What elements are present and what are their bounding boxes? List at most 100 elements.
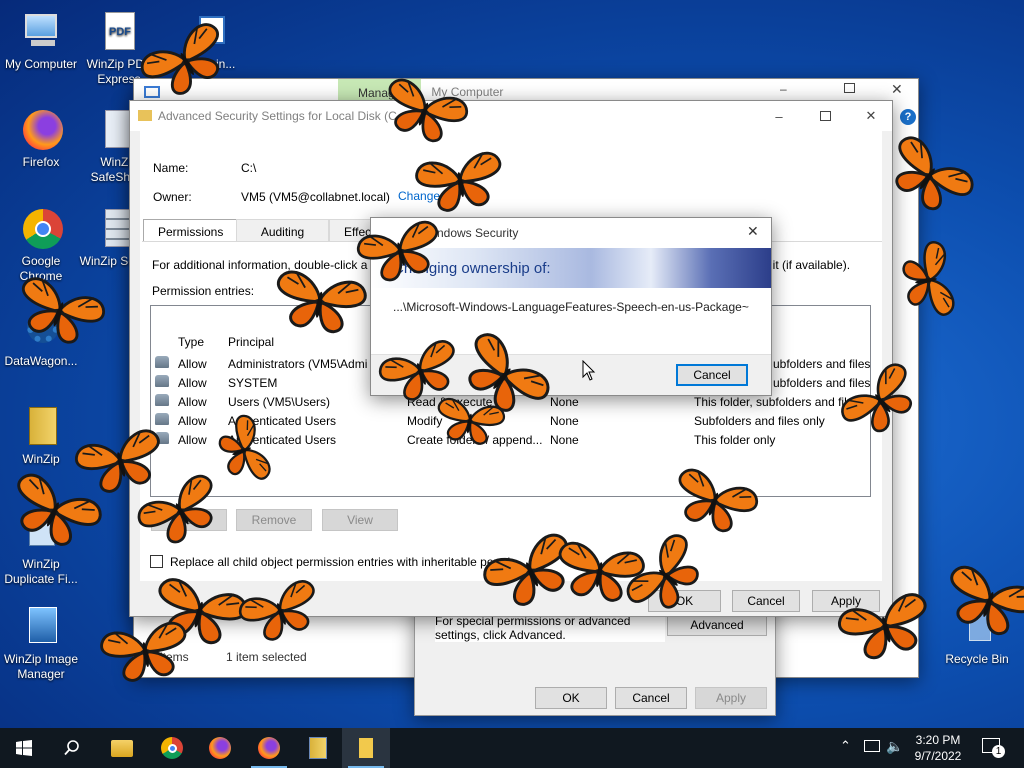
start-button[interactable] bbox=[0, 728, 48, 768]
table-row[interactable]: Allow Authenticated Users Create folders… bbox=[151, 430, 870, 449]
change-owner-link[interactable]: Change bbox=[398, 189, 440, 203]
desktop-icon-winzip[interactable]: WinZip bbox=[0, 405, 82, 467]
folder-icon bbox=[111, 739, 133, 757]
clock-time: 3:20 PM bbox=[915, 733, 961, 747]
desktop-icon-datawagon[interactable]: DataWagon... bbox=[0, 307, 82, 369]
row-inherited: None bbox=[550, 395, 579, 409]
row-principal: Authenticated Users bbox=[228, 433, 337, 447]
info-text-tail: dit (if available). bbox=[766, 258, 851, 272]
network-icon[interactable] bbox=[864, 740, 880, 752]
wsec-cancel-button[interactable]: Cancel bbox=[676, 364, 748, 386]
desktop-icon-label: My Computer bbox=[4, 57, 78, 71]
chrome-icon bbox=[19, 207, 63, 251]
view-button[interactable]: View bbox=[322, 509, 398, 531]
advanced-button[interactable]: Advanced bbox=[667, 614, 767, 636]
taskbar-winzip[interactable] bbox=[294, 728, 342, 768]
pdf-icon: PDF bbox=[97, 10, 141, 54]
gear-icon bbox=[19, 307, 63, 351]
taskbar-firefox-2[interactable] bbox=[245, 728, 293, 768]
user-icon bbox=[155, 394, 169, 406]
desktop-icon-label: WinZip Image Manager bbox=[3, 652, 79, 681]
volume-icon[interactable]: 🔈 bbox=[886, 738, 903, 755]
help-icon[interactable]: ? bbox=[900, 109, 916, 125]
desktop-icon-recycle-bin[interactable]: Recycle Bin bbox=[936, 605, 1018, 667]
clock[interactable]: 3:20 PM 9/7/2022 bbox=[904, 732, 972, 764]
notification-count-badge: 1 bbox=[992, 745, 1005, 758]
show-hidden-icons-button[interactable]: ⌃ bbox=[840, 738, 851, 754]
duplicate-file-icon bbox=[19, 510, 63, 554]
add-button[interactable]: Add bbox=[151, 509, 227, 531]
replace-checkbox[interactable] bbox=[150, 555, 163, 568]
advsec-titlebar: Advanced Security Settings for Local Dis… bbox=[130, 101, 892, 131]
advsec-ok-button[interactable]: OK bbox=[648, 590, 721, 612]
desktop-icon-winzip-pdf[interactable]: PDF WinZip PDF Express bbox=[78, 10, 160, 87]
replace-checkbox-label: Replace all child object permission entr… bbox=[170, 555, 517, 569]
row-type: Allow bbox=[178, 357, 207, 371]
firefox-icon bbox=[19, 108, 63, 152]
desktop-icon-my-computer[interactable]: My Computer bbox=[0, 10, 82, 72]
row-type: Allow bbox=[178, 433, 207, 447]
search-icon bbox=[64, 740, 79, 756]
name-value: C:\ bbox=[241, 161, 257, 175]
image-manager-icon bbox=[19, 605, 63, 649]
advsec-cancel-button[interactable]: Cancel bbox=[732, 590, 800, 612]
action-center-button[interactable]: 1 bbox=[982, 738, 1005, 758]
advsec-maximize-button[interactable] bbox=[802, 101, 848, 131]
props-apply-button[interactable]: Apply bbox=[695, 687, 767, 709]
row-principal: SYSTEM bbox=[228, 376, 278, 390]
user-icon bbox=[155, 375, 169, 387]
desktop-icon-rdwin[interactable]: ...rdwin... bbox=[160, 10, 242, 72]
advsec-close-button[interactable]: ✕ bbox=[848, 101, 894, 131]
taskbar-properties[interactable] bbox=[342, 728, 390, 768]
col-principal[interactable]: Principal bbox=[228, 335, 274, 349]
props-cancel-button[interactable]: Cancel bbox=[615, 687, 687, 709]
desktop-icon-firefox[interactable]: Firefox bbox=[0, 108, 82, 170]
remove-button[interactable]: Remove bbox=[236, 509, 312, 531]
row-applies: ubfolders and files bbox=[773, 376, 871, 390]
recycle-bin-icon bbox=[955, 605, 999, 649]
row-inherited: None bbox=[550, 433, 579, 447]
status-selected: 1 item selected bbox=[226, 650, 307, 664]
taskbar-file-explorer[interactable] bbox=[98, 728, 146, 768]
desktop-icon-chrome[interactable]: Google Chrome bbox=[0, 207, 82, 284]
status-item-count: 9 items bbox=[150, 650, 189, 664]
col-type[interactable]: Type bbox=[178, 335, 204, 349]
chrome-icon bbox=[161, 737, 183, 759]
row-applies: Subfolders and files only bbox=[694, 414, 825, 428]
row-access: Modify bbox=[407, 414, 443, 428]
permission-entries-label: Permission entries: bbox=[152, 284, 255, 298]
user-icon bbox=[155, 356, 169, 368]
maximize-button[interactable] bbox=[844, 83, 855, 93]
desktop-icon-label: DataWagon... bbox=[4, 354, 78, 368]
row-type: Allow bbox=[178, 376, 207, 390]
computer-icon bbox=[144, 86, 160, 98]
table-row[interactable]: Allow Authenticated Users Modify None Su… bbox=[151, 411, 870, 430]
advsec-minimize-button[interactable]: – bbox=[756, 101, 802, 131]
taskbar-chrome[interactable] bbox=[148, 728, 196, 768]
advsec-apply-button[interactable]: Apply bbox=[812, 590, 880, 612]
taskbar-firefox[interactable] bbox=[196, 728, 244, 768]
firefox-icon bbox=[258, 737, 280, 759]
windows-logo-icon bbox=[16, 740, 32, 756]
desktop-icon-winzip-duplicate[interactable]: WinZip Duplicate Fi... bbox=[0, 510, 82, 587]
window-icon bbox=[179, 10, 225, 54]
desktop-icon-winzip-image-manager[interactable]: WinZip Image Manager bbox=[0, 605, 82, 682]
wsec-close-button[interactable]: ✕ bbox=[747, 223, 759, 240]
wsec-path: ...\Microsoft-Windows-LanguageFeatures-S… bbox=[393, 300, 749, 314]
desktop-icon-label: Recycle Bin bbox=[945, 652, 1009, 666]
desktop-icon-label: WinZip Duplicate Fi... bbox=[4, 557, 78, 586]
winzip-icon bbox=[309, 737, 327, 759]
explorer-title: My Computer bbox=[431, 85, 504, 99]
row-applies: ubfolders and files bbox=[773, 357, 871, 371]
owner-label: Owner: bbox=[153, 190, 192, 204]
tab-permissions[interactable]: Permissions bbox=[143, 219, 239, 242]
winzip-icon bbox=[19, 405, 63, 449]
search-button[interactable] bbox=[48, 728, 96, 768]
tab-auditing[interactable]: Auditing bbox=[236, 219, 329, 242]
row-applies: This folder, subfolders and fil bbox=[694, 395, 847, 409]
row-type: Allow bbox=[178, 395, 207, 409]
props-ok-button[interactable]: OK bbox=[535, 687, 607, 709]
wsec-title: Windows Security bbox=[423, 226, 519, 240]
minimize-button[interactable]: – bbox=[780, 82, 787, 96]
close-button[interactable]: ✕ bbox=[891, 81, 903, 98]
